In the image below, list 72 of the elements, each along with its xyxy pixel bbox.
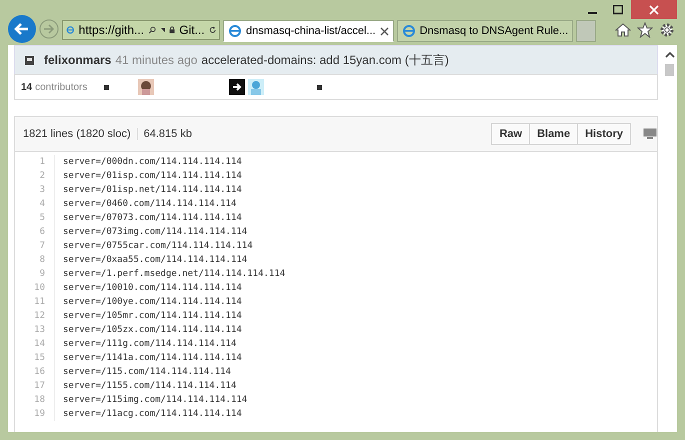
scrollbar-thumb[interactable]: [665, 64, 674, 76]
close-button[interactable]: [631, 0, 677, 19]
home-icon[interactable]: [615, 22, 631, 38]
avatar-icon[interactable]: [138, 79, 154, 95]
line-number: 15: [15, 351, 55, 365]
code-line: server=/0755car.com/114.114.114.114: [62, 241, 253, 251]
line-number: 19: [15, 407, 55, 421]
line-number: 7: [15, 239, 55, 253]
avatar-icon[interactable]: [229, 79, 246, 95]
lock-icon[interactable]: [169, 24, 176, 36]
file-size: 64.815 kb: [136, 128, 192, 140]
line-number: 14: [15, 337, 55, 351]
code-line: server=/01isp.net/114.114.114.114: [62, 185, 242, 195]
code-line: server=/105mr.com/114.114.114.114: [62, 311, 242, 321]
avatar-icon: [25, 56, 34, 64]
line-number: 8: [15, 253, 55, 267]
code-line: server=/115img.com/114.114.114.114: [62, 395, 248, 405]
code-line: server=/000dn.com/114.114.114.114: [62, 157, 242, 167]
code-line: server=/1.perf.msedge.net/114.114.114.114: [62, 269, 286, 279]
close-icon: [649, 4, 659, 14]
line-number: 4: [15, 197, 55, 211]
code-line: server=/105zx.com/114.114.114.114: [62, 325, 242, 335]
line-count: 1821 lines (1820 sloc): [23, 128, 131, 140]
code-line: server=/10010.com/114.114.114.114: [62, 283, 242, 293]
desktop-icon[interactable]: [643, 128, 657, 140]
line-number: 3: [15, 183, 55, 197]
star-icon[interactable]: [637, 22, 653, 38]
code-line: server=/07073.com/114.114.114.114: [62, 213, 242, 223]
line-number: 13: [15, 323, 55, 337]
contributors-label[interactable]: contributors: [35, 82, 88, 92]
line-number: 16: [15, 365, 55, 379]
settings-icon[interactable]: [659, 22, 675, 38]
refresh-icon[interactable]: [208, 24, 216, 36]
close-icon[interactable]: [380, 26, 389, 36]
browser-tab[interactable]: dnsmasq-china-list/accel...: [223, 20, 394, 42]
minimize-icon: [588, 12, 596, 14]
code-line: server=/11acg.com/114.114.114.114: [62, 409, 242, 419]
code-line: server=/111g.com/114.114.114.114: [62, 339, 236, 349]
code-line: server=/0xaa55.com/114.114.114.114: [62, 255, 248, 265]
commit-time: 41 minutes ago: [115, 53, 198, 67]
search-icon[interactable]: [148, 24, 157, 36]
code-line: server=/1155.com/114.114.114.114: [62, 381, 236, 391]
commit-message[interactable]: accelerated-domains: add 15yan.com (十五言): [201, 52, 449, 68]
code-line: server=/01isp.com/114.114.114.114: [62, 171, 242, 181]
browser-tab[interactable]: Dnsmasq to DNSAgent Rule...: [396, 20, 574, 42]
code-line: server=/0460.com/114.114.114.114: [62, 199, 236, 209]
file-action-button[interactable]: Raw: [491, 123, 530, 145]
file-action-button[interactable]: Blame: [529, 123, 578, 145]
line-number: 10: [15, 281, 55, 295]
line-number: 2: [15, 169, 55, 183]
code-line: server=/115.com/114.114.114.114: [62, 367, 231, 377]
line-number: 6: [15, 225, 55, 239]
line-number: 9: [15, 267, 55, 281]
avatar-icon[interactable]: [104, 84, 110, 90]
contributors-count[interactable]: 14: [21, 82, 32, 92]
maximize-icon: [613, 4, 623, 14]
avatar-icon[interactable]: [317, 84, 322, 90]
line-number: 18: [15, 393, 55, 407]
line-number: 1: [15, 155, 55, 169]
line-number: 5: [15, 211, 55, 225]
scroll-up-icon[interactable]: [664, 51, 674, 58]
line-number: 12: [15, 309, 55, 323]
caret-icon[interactable]: [160, 27, 166, 33]
back-button[interactable]: [8, 15, 36, 43]
file-action-button[interactable]: History: [577, 123, 631, 145]
address-bar[interactable]: https://gith... Git...: [62, 20, 220, 40]
code-line: server=/100ye.com/114.114.114.114: [62, 297, 242, 307]
author-link[interactable]: felixonmars: [44, 53, 112, 67]
line-number: 11: [15, 295, 55, 309]
line-number: 17: [15, 379, 55, 393]
code-line: server=/073img.com/114.114.114.114: [62, 227, 248, 237]
code-line: server=/1141a.com/114.114.114.114: [62, 353, 242, 363]
